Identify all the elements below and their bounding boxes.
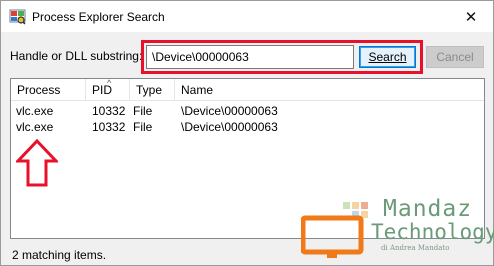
column-header-process[interactable]: Process — [11, 79, 86, 101]
search-button[interactable]: Search — [359, 46, 416, 68]
title-bar: Process Explorer Search ✕ — [1, 1, 493, 32]
watermark: Mandaz Technology di Andrea Mandato — [301, 194, 494, 258]
list-header: Process PID Type Name ^ — [11, 79, 484, 101]
sort-ascending-icon: ^ — [107, 78, 112, 88]
status-text: 2 matching items. — [12, 248, 107, 262]
close-icon: ✕ — [464, 8, 478, 26]
table-row[interactable]: vlc.exe 10332 File \Device\00000063 — [11, 104, 484, 119]
search-label: Handle or DLL substring: — [10, 49, 143, 63]
column-header-name[interactable]: Name — [175, 79, 484, 101]
search-button-label: Search — [368, 50, 407, 64]
watermark-line2: Technology — [371, 220, 494, 244]
watermark-line1: Mandaz — [383, 196, 473, 222]
cell-pid: 10332 — [92, 120, 126, 134]
watermark-credit: di Andrea Mandato — [381, 244, 450, 252]
cell-pid: 10332 — [92, 104, 126, 118]
cancel-button[interactable]: Cancel — [426, 46, 484, 68]
table-row[interactable]: vlc.exe 10332 File \Device\00000063 — [11, 120, 484, 135]
cell-process: vlc.exe — [16, 104, 54, 118]
process-explorer-icon — [9, 9, 26, 25]
mandaz-logo-icon — [301, 202, 368, 258]
cell-name: \Device\00000063 — [181, 104, 278, 118]
cell-process: vlc.exe — [16, 120, 54, 134]
column-header-type[interactable]: Type — [130, 79, 175, 101]
cancel-button-label: Cancel — [436, 50, 474, 64]
search-dialog: Process Explorer Search ✕ Handle or DLL … — [0, 0, 494, 266]
cell-name: \Device\00000063 — [181, 120, 278, 134]
search-input[interactable] — [146, 45, 354, 69]
window-title: Process Explorer Search — [32, 10, 165, 24]
annotation-up-arrow-icon — [16, 139, 58, 187]
close-button[interactable]: ✕ — [449, 1, 493, 32]
cell-type: File — [133, 104, 153, 118]
cell-type: File — [133, 120, 153, 134]
